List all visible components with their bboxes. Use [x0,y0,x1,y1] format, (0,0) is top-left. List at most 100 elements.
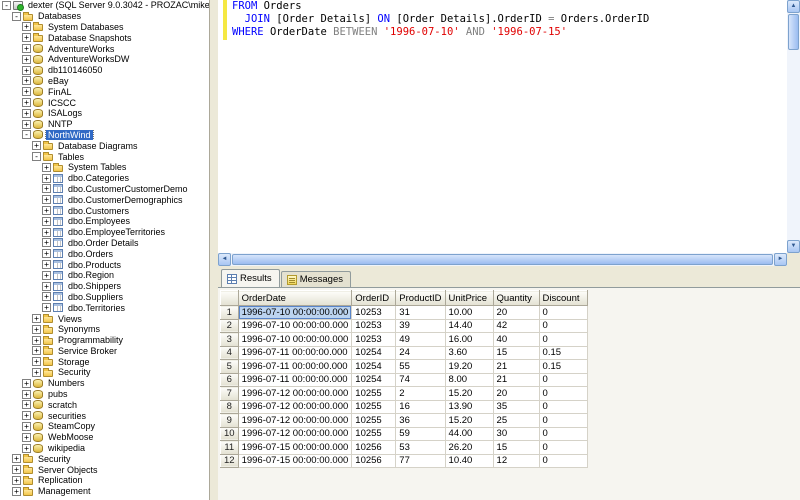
plus-expander-icon[interactable]: + [12,486,21,496]
plus-expander-icon[interactable]: + [22,411,31,421]
plus-expander-icon[interactable]: + [42,303,51,313]
grid-cell[interactable]: 3.60 [444,345,494,360]
tree-item-service-broker[interactable]: + Service Broker [0,346,209,357]
grid-cell[interactable]: 40 [492,332,540,347]
grid-cell[interactable]: 0 [538,386,588,401]
tree-item-northwind[interactable]: - NorthWind [0,129,209,141]
grid-cell[interactable]: 0.15 [538,345,588,360]
tree-item-system-databases[interactable]: + System Databases [0,22,209,33]
plus-expander-icon[interactable]: + [32,324,41,334]
grid-column-header-discount[interactable]: Discount [538,290,588,306]
grid-cell[interactable]: 1996-07-11 00:00:00.000 [237,372,353,387]
tree-item-tables[interactable]: - Tables [0,151,209,162]
grid-cell[interactable]: 0 [538,305,588,320]
tree-item-server-objects[interactable]: + Server Objects [0,464,209,475]
grid-cell[interactable]: 1996-07-15 00:00:00.000 [237,440,353,455]
grid-cell[interactable]: 0 [538,372,588,387]
grid-cell[interactable]: 15 [492,345,540,360]
row-number-cell[interactable]: 7 [220,386,239,401]
tree-item-adventureworks[interactable]: + AdventureWorks [0,43,209,54]
tree-item-dbo-suppliers[interactable]: + dbo.Suppliers [0,292,209,303]
plus-expander-icon[interactable]: + [42,260,51,270]
tree-item-dbo-products[interactable]: + dbo.Products [0,259,209,270]
tree-item-isalogs[interactable]: + ISALogs [0,108,209,119]
scroll-down-arrow-icon[interactable]: ▼ [787,240,800,253]
plus-expander-icon[interactable]: + [22,421,31,431]
tree-item-steamcopy[interactable]: + SteamCopy [0,421,209,432]
grid-cell[interactable]: 30 [492,426,540,441]
grid-cell[interactable]: 10.00 [444,305,494,320]
plus-expander-icon[interactable]: + [42,281,51,291]
tree-item-storage[interactable]: + Storage [0,356,209,367]
code-line[interactable]: FROM Orders [232,0,787,13]
tree-item-dbo-employeeterritories[interactable]: + dbo.EmployeeTerritories [0,227,209,238]
tree-item-dbo-customers[interactable]: + dbo.Customers [0,205,209,216]
row-number-cell[interactable]: 6 [220,372,239,387]
tree-item-dbo-employees[interactable]: + dbo.Employees [0,216,209,227]
tree-item-synonyms[interactable]: + Synonyms [0,324,209,335]
code-line[interactable]: WHERE OrderDate BETWEEN '1996-07-10' AND… [232,26,787,39]
grid-cell[interactable]: 1996-07-12 00:00:00.000 [237,426,353,441]
grid-column-header-productid[interactable]: ProductID [395,290,446,306]
grid-cell[interactable]: 1996-07-12 00:00:00.000 [237,399,353,414]
tree-item-security[interactable]: + Security [0,367,209,378]
plus-expander-icon[interactable]: + [32,335,41,345]
plus-expander-icon[interactable]: + [22,108,31,118]
plus-expander-icon[interactable]: + [22,44,31,54]
grid-cell[interactable]: 39 [395,318,446,333]
tree-item-replication[interactable]: + Replication [0,475,209,486]
grid-column-header-quantity[interactable]: Quantity [492,290,540,306]
tree-item-scratch[interactable]: + scratch [0,399,209,410]
grid-cell[interactable]: 10255 [351,386,397,401]
tree-item-final[interactable]: + FinAL [0,86,209,97]
grid-cell[interactable]: 15 [492,440,540,455]
tree-item-dbo-categories[interactable]: + dbo.Categories [0,173,209,184]
plus-expander-icon[interactable]: + [22,87,31,97]
grid-cell[interactable]: 59 [395,426,446,441]
tree-item-databases[interactable]: - Databases [0,11,209,22]
plus-expander-icon[interactable]: + [42,173,51,183]
tree-item-wikipedia[interactable]: + wikipedia [0,443,209,454]
plus-expander-icon[interactable]: + [42,206,51,216]
grid-cell[interactable]: 21 [492,372,540,387]
tree-item-nntp[interactable]: + NNTP [0,119,209,130]
grid-cell[interactable]: 15.20 [444,413,494,428]
grid-cell[interactable]: 1996-07-11 00:00:00.000 [237,345,353,360]
plus-expander-icon[interactable]: + [42,238,51,248]
tree-item-programmability[interactable]: + Programmability [0,335,209,346]
horizontal-scroll-thumb[interactable] [232,254,773,265]
tree-item-views[interactable]: + Views [0,313,209,324]
grid-cell[interactable]: 0 [538,426,588,441]
grid-cell[interactable]: 20 [492,386,540,401]
grid-cell[interactable]: 21 [492,359,540,374]
grid-cell[interactable]: 12 [492,453,540,468]
grid-cell[interactable]: 20 [492,305,540,320]
plus-expander-icon[interactable]: + [42,195,51,205]
grid-cell[interactable]: 16.00 [444,332,494,347]
grid-cell[interactable]: 1996-07-15 00:00:00.000 [237,453,353,468]
plus-expander-icon[interactable]: + [32,346,41,356]
grid-cell[interactable]: 15.20 [444,386,494,401]
grid-cell[interactable]: 10.40 [444,453,494,468]
grid-cell[interactable]: 1996-07-10 00:00:00.000 [237,332,353,347]
tree-item-dbo-customerdemographics[interactable]: + dbo.CustomerDemographics [0,194,209,205]
plus-expander-icon[interactable]: + [22,33,31,43]
row-number-cell[interactable]: 10 [220,426,239,441]
grid-cell[interactable]: 1996-07-10 00:00:00.000 [237,318,353,333]
plus-expander-icon[interactable]: + [22,432,31,442]
tree-item-dbo-customercustomerdemo[interactable]: + dbo.CustomerCustomerDemo [0,184,209,195]
plus-expander-icon[interactable]: + [42,249,51,259]
plus-expander-icon[interactable]: + [22,76,31,86]
editor-horizontal-scrollbar[interactable]: ◄ ► [218,253,787,266]
tree-item-dbo-orders[interactable]: + dbo.Orders [0,248,209,259]
plus-expander-icon[interactable]: + [32,314,41,323]
grid-cell[interactable]: 14.40 [444,318,494,333]
tree-item-db110146050[interactable]: + db110146050 [0,65,209,76]
tree-item-database-snapshots[interactable]: + Database Snapshots [0,32,209,43]
grid-cell[interactable]: 8.00 [444,372,494,387]
grid-cell[interactable]: 10254 [351,372,397,387]
grid-cell[interactable]: 0 [538,399,588,414]
grid-cell[interactable]: 19.20 [444,359,494,374]
editor-vertical-scrollbar[interactable]: ▲ ▼ [787,0,800,253]
plus-expander-icon[interactable]: + [12,475,21,485]
